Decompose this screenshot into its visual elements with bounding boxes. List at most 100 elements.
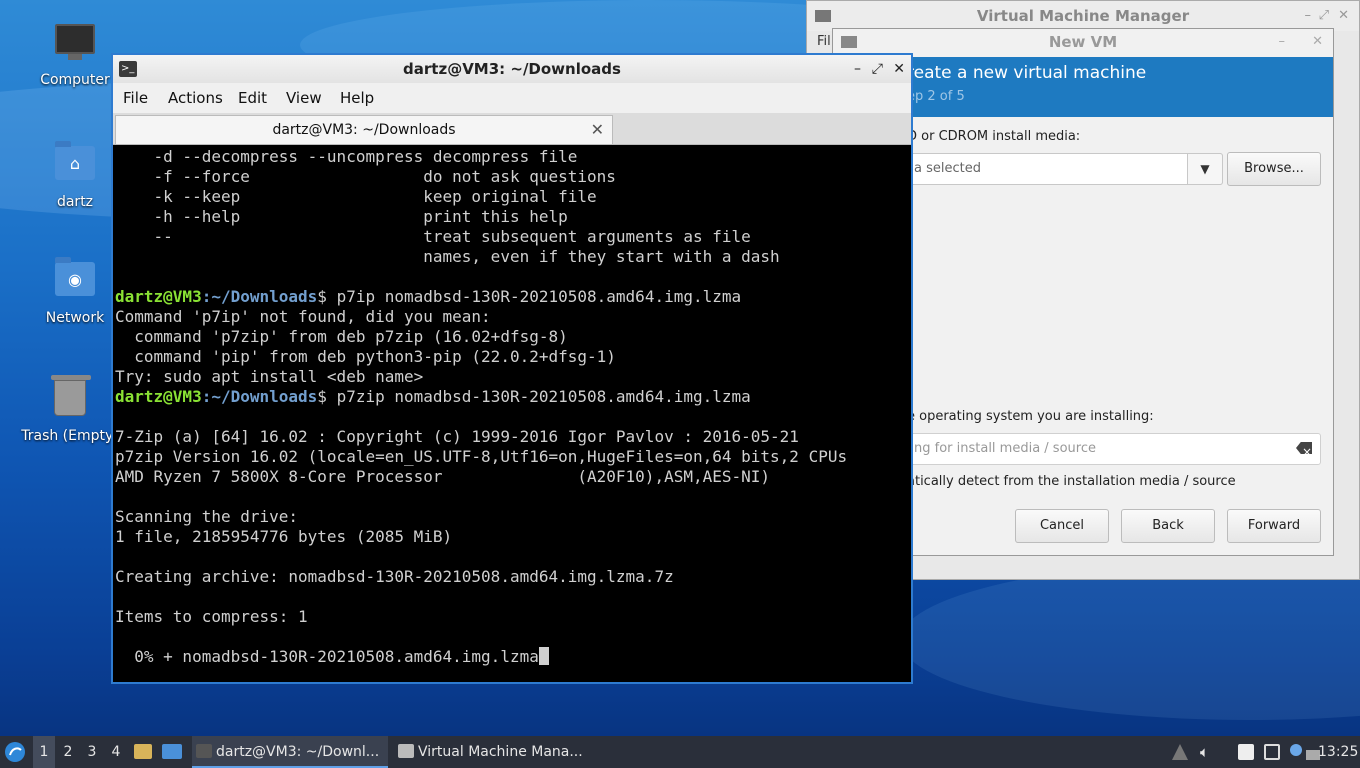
terminal-titlebar[interactable]: >_ dartz@VM3: ~/Downloads – ⤢ ✕ xyxy=(113,55,911,83)
terminal-line: -k --keep keep original file xyxy=(115,187,597,206)
back-button[interactable]: Back xyxy=(1121,509,1215,543)
taskbar-task-vmm[interactable]: Virtual Machine Mana... xyxy=(394,736,594,768)
info-icon[interactable] xyxy=(1290,744,1302,756)
terminal-line: -f --force do not ask questions xyxy=(115,167,616,186)
vmm-logo-icon xyxy=(841,36,857,48)
menu-file[interactable]: Fil xyxy=(817,34,831,49)
workspace-4[interactable]: 4 xyxy=(105,736,127,768)
clipboard-icon[interactable] xyxy=(1238,744,1254,760)
update-notifier-icon[interactable] xyxy=(1172,744,1188,760)
terminal-screen[interactable]: -d --decompress --uncompress decompress … xyxy=(113,147,911,682)
menu-view[interactable]: View xyxy=(286,89,322,107)
desktop-icon-label: dartz xyxy=(56,194,94,210)
close-icon[interactable]: ✕ xyxy=(893,55,905,83)
terminal-line: AMD Ryzen 7 5800X 8-Core Processor (A20F… xyxy=(115,467,771,486)
network-icon[interactable] xyxy=(1264,744,1280,760)
clock[interactable]: 13:25 xyxy=(1318,736,1358,768)
trash-icon xyxy=(48,375,92,424)
terminal-title: dartz@VM3: ~/Downloads xyxy=(403,60,621,78)
maximize-icon[interactable]: ⤢ xyxy=(1319,1,1329,31)
browse-button[interactable]: Browse... xyxy=(1227,152,1321,186)
desktop-icon-network[interactable]: ◉ Network xyxy=(25,256,125,326)
terminal-line: 7-Zip (a) [64] 16.02 : Copyright (c) 199… xyxy=(115,427,799,446)
prompt-user: dartz@VM3 xyxy=(115,387,202,406)
os-search-input[interactable]: ng for install media / source xyxy=(907,433,1321,465)
clear-icon[interactable] xyxy=(1296,442,1312,454)
vmm-titlebar[interactable]: Virtual Machine Manager – ⤢ ✕ xyxy=(807,1,1359,31)
desktop-icon-trash[interactable]: Trash (Empty) xyxy=(20,372,120,444)
home-folder-icon: ⌂ xyxy=(53,141,97,190)
taskbar: 1 2 3 4 dartz@VM3: ~/Downl... Virtual Ma… xyxy=(0,736,1360,768)
prompt-command: $ p7zip nomadbsd-130R-20210508.amd64.img… xyxy=(317,387,751,406)
task-label: Virtual Machine Mana... xyxy=(418,744,583,760)
forward-button[interactable]: Forward xyxy=(1227,509,1321,543)
terminal-tab[interactable]: dartz@VM3: ~/Downloads ✕ xyxy=(115,115,613,144)
start-menu-button[interactable] xyxy=(4,736,28,768)
wizard-heading: reate a new virtual machine xyxy=(907,63,1147,83)
desktop-icon-label: Network xyxy=(45,310,105,326)
close-icon[interactable]: ✕ xyxy=(1338,1,1349,31)
terminal-line: command 'p7zip' from deb p7zip (16.02+df… xyxy=(115,327,568,346)
terminal-prompt-line: dartz@VM3:~/Downloads$ p7ip nomadbsd-130… xyxy=(115,287,741,307)
os-label: e operating system you are installing: xyxy=(907,409,1154,424)
terminal-line: 1 file, 2185954776 bytes (2085 MiB) xyxy=(115,527,453,546)
workspace-2[interactable]: 2 xyxy=(57,736,79,768)
terminal-line: Scanning the drive: xyxy=(115,507,299,526)
terminal-line: -d --decompress --uncompress decompress … xyxy=(115,147,578,166)
cancel-button[interactable]: Cancel xyxy=(1015,509,1109,543)
terminal-prompt-line: dartz@VM3:~/Downloads$ p7zip nomadbsd-13… xyxy=(115,387,751,407)
new-vm-titlebar[interactable]: New VM – ✕ xyxy=(833,29,1333,55)
prompt-path: :~/Downloads xyxy=(201,387,318,406)
menu-help[interactable]: Help xyxy=(340,89,374,107)
menu-file[interactable]: File xyxy=(123,89,148,107)
menu-actions[interactable]: Actions xyxy=(168,89,223,107)
menu-edit[interactable]: Edit xyxy=(238,89,267,107)
install-media-combo[interactable]: a selected xyxy=(907,153,1223,185)
desktop-icon-home[interactable]: ⌂ dartz xyxy=(25,140,125,210)
chevron-down-icon[interactable]: ▼ xyxy=(1187,153,1223,185)
wallpaper-wave xyxy=(900,560,1360,720)
terminal-line: Items to compress: 1 xyxy=(115,607,308,626)
tab-close-icon[interactable]: ✕ xyxy=(591,116,604,144)
auto-detect-checkbox-label[interactable]: atically detect from the installation me… xyxy=(907,474,1236,489)
vmm-logo-icon xyxy=(398,744,414,758)
desktop-icon-label: Computer xyxy=(40,72,110,88)
task-label: dartz@VM3: ~/Downl... xyxy=(216,744,380,760)
terminal-line: -- treat subsequent arguments as file xyxy=(115,227,751,246)
terminal-cursor xyxy=(538,647,549,665)
terminal-last-line: 0% + nomadbsd-130R-20210508.amd64.img.lz… xyxy=(115,647,549,667)
terminal-tabbar: dartz@VM3: ~/Downloads ✕ xyxy=(113,113,911,145)
minimize-icon[interactable]: – xyxy=(1305,1,1312,31)
file-manager-launcher-icon[interactable] xyxy=(134,736,154,768)
workspace-1[interactable]: 1 xyxy=(33,736,55,768)
prompt-command: $ p7ip nomadbsd-130R-20210508.amd64.img.… xyxy=(317,287,742,306)
terminal-line: Command 'p7ip' not found, did you mean: xyxy=(115,307,491,326)
show-desktop-icon[interactable] xyxy=(162,736,184,768)
lubuntu-logo-icon xyxy=(5,742,25,762)
workspace-3[interactable]: 3 xyxy=(81,736,103,768)
close-icon[interactable]: ✕ xyxy=(1312,29,1323,55)
terminal-icon: >_ xyxy=(119,61,137,77)
terminal-window[interactable]: >_ dartz@VM3: ~/Downloads – ⤢ ✕ File Act… xyxy=(111,53,913,684)
terminal-line: Creating archive: nomadbsd-130R-20210508… xyxy=(115,567,674,586)
terminal-line: Try: sudo apt install <deb name> xyxy=(115,367,424,386)
vmm-logo-icon xyxy=(815,10,831,22)
minimize-icon[interactable]: – xyxy=(854,55,861,83)
computer-icon xyxy=(53,24,97,68)
maximize-icon[interactable]: ⤢ xyxy=(872,55,883,83)
network-folder-icon: ◉ xyxy=(53,257,97,306)
vmm-title: Virtual Machine Manager xyxy=(976,7,1190,25)
terminal-line: p7zip Version 16.02 (locale=en_US.UTF-8,… xyxy=(115,447,848,466)
wizard-step: ep 2 of 5 xyxy=(907,89,965,104)
taskbar-task-terminal[interactable]: dartz@VM3: ~/Downl... xyxy=(192,736,388,768)
terminal-line: -h --help print this help xyxy=(115,207,568,226)
volume-icon[interactable]: 🔈︎ xyxy=(1200,736,1218,768)
os-search-placeholder: ng for install media / source xyxy=(914,441,1096,456)
terminal-menubar: File Actions Edit View Help xyxy=(113,83,911,113)
minimize-icon[interactable]: – xyxy=(1279,29,1286,55)
prompt-path: :~/Downloads xyxy=(201,287,318,306)
prompt-user: dartz@VM3 xyxy=(115,287,202,306)
dialog-title: New VM xyxy=(1048,33,1118,51)
desktop-icon-label: Trash (Empty) xyxy=(21,428,119,444)
desktop-icon-computer[interactable]: Computer xyxy=(25,20,125,88)
